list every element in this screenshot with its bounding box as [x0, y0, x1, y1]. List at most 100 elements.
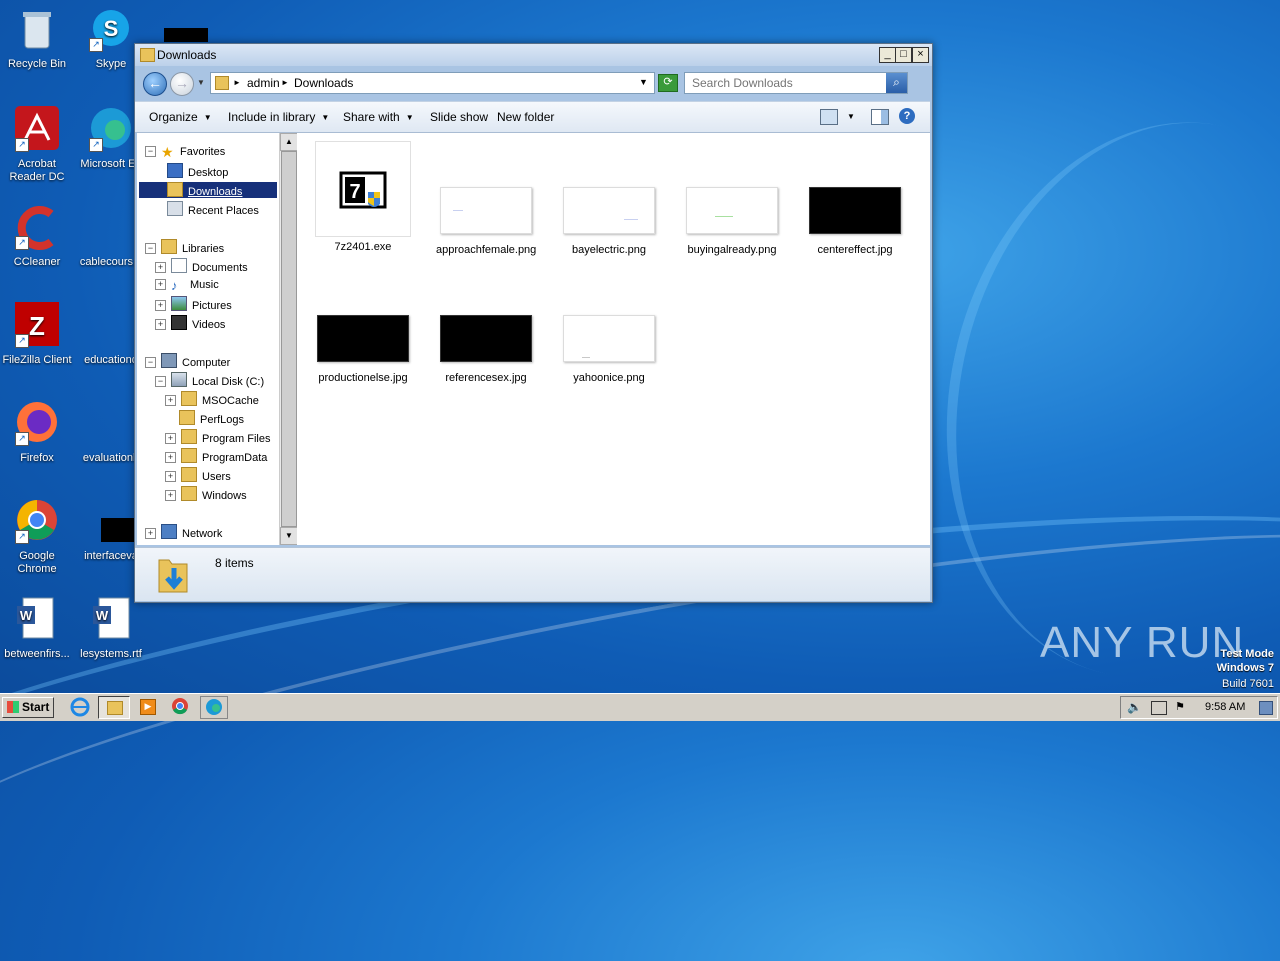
tree-pictures[interactable]: + Pictures — [155, 296, 232, 312]
change-view-icon[interactable] — [820, 109, 838, 125]
file-name: 7z2401.exe — [334, 241, 392, 253]
preview-pane-icon[interactable] — [871, 109, 889, 125]
tree-programdata[interactable]: + ProgramData — [165, 448, 267, 464]
collapse-icon[interactable]: − — [145, 357, 156, 368]
maximize-button[interactable]: □ — [895, 47, 912, 63]
collapse-icon[interactable]: − — [145, 243, 156, 254]
tree-downloads[interactable]: Downloads — [139, 182, 277, 198]
address-dropdown-icon[interactable]: ▼ — [639, 77, 648, 87]
file-name: yahoonice.png — [573, 372, 645, 384]
expand-icon[interactable]: + — [165, 433, 176, 444]
share-with-menu[interactable]: Share with ▼ — [343, 110, 414, 124]
tree-users[interactable]: + Users — [165, 467, 231, 483]
tree-msocache[interactable]: + MSOCache — [165, 391, 259, 407]
scroll-thumb[interactable] — [281, 151, 297, 527]
tree-label: Desktop — [188, 167, 229, 179]
expand-icon[interactable]: + — [165, 395, 176, 406]
volume-icon[interactable]: 🔈 — [1127, 700, 1142, 714]
firefox-icon[interactable]: ↗ Firefox — [0, 400, 74, 465]
help-icon[interactable]: ? — [899, 108, 915, 124]
acrobat-icon[interactable]: ↗ Acrobat Reader DC — [0, 106, 74, 184]
tree-label: Videos — [192, 319, 226, 331]
word-doc-icon[interactable]: W betweenfirs... — [0, 596, 74, 661]
file-item[interactable]: referencesex.jpg — [436, 315, 536, 385]
window-title: Downloads — [157, 48, 217, 62]
ie-icon[interactable] — [67, 696, 93, 717]
show-desktop-icon[interactable] — [1259, 701, 1273, 715]
slide-show-button[interactable]: Slide show — [430, 110, 488, 124]
expand-icon[interactable]: + — [145, 528, 156, 539]
address-bar[interactable]: ► admin ► Downloads ▼ — [210, 72, 655, 94]
desktop-icon — [167, 163, 183, 178]
start-button[interactable]: Start — [2, 697, 54, 718]
scroll-down-icon[interactable]: ▼ — [280, 527, 298, 545]
tree-network[interactable]: + Network — [145, 524, 222, 540]
history-dropdown-icon[interactable]: ▼ — [197, 78, 205, 87]
file-list: 7 7z2401.exe approachfemale.png bayelect… — [297, 133, 930, 545]
tree-computer[interactable]: − Computer — [145, 353, 230, 369]
expand-icon[interactable]: + — [165, 471, 176, 482]
expand-icon[interactable]: + — [155, 319, 166, 330]
tree-program-files[interactable]: + Program Files — [165, 429, 270, 445]
expand-icon[interactable]: + — [165, 490, 176, 501]
search-input[interactable] — [690, 74, 884, 92]
edge-taskbar-icon[interactable] — [200, 696, 228, 719]
tree-local-disk[interactable]: − Local Disk (C:) — [155, 372, 264, 388]
filezilla-icon[interactable]: Z ↗ FileZilla Client — [0, 302, 74, 367]
action-center-icon[interactable]: ⚑ — [1175, 700, 1185, 713]
refresh-icon[interactable]: ⟳ — [658, 74, 678, 92]
clock[interactable]: 9:58 AM — [1205, 701, 1245, 713]
expand-icon[interactable]: + — [165, 452, 176, 463]
expand-icon[interactable]: + — [155, 262, 166, 273]
desktop-icon-label: Skype — [95, 58, 127, 70]
chrome-taskbar-icon[interactable] — [167, 696, 193, 717]
file-item[interactable]: buyingalready.png — [682, 187, 782, 257]
tree-libraries[interactable]: − Libraries — [145, 239, 224, 255]
close-button[interactable]: × — [912, 47, 929, 63]
recycle-bin-icon[interactable]: Recycle Bin — [0, 6, 74, 71]
collapse-icon[interactable]: − — [155, 376, 166, 387]
file-item[interactable]: approachfemale.png — [436, 187, 536, 257]
desktop-icon-label: betweenfirs... — [4, 648, 70, 660]
nav-scrollbar[interactable]: ▲ ▼ — [279, 133, 298, 545]
file-item[interactable]: bayelectric.png — [559, 187, 659, 257]
ccleaner-icon[interactable]: ↗ CCleaner — [0, 204, 74, 269]
tree-music[interactable]: + ♪ Music — [155, 277, 219, 293]
tree-documents[interactable]: + Documents — [155, 258, 248, 274]
minimize-button[interactable]: _ — [879, 47, 896, 63]
back-button[interactable]: ← — [143, 72, 167, 96]
title-bar[interactable]: Downloads _ □ × — [135, 44, 932, 66]
tree-recent-places[interactable]: Recent Places — [167, 201, 259, 217]
expand-icon[interactable]: + — [155, 279, 166, 290]
forward-button[interactable]: → — [170, 72, 194, 96]
search-icon[interactable]: ⌕ — [886, 73, 907, 93]
file-item[interactable]: 7 7z2401.exe — [313, 141, 413, 254]
tree-videos[interactable]: + Videos — [155, 315, 225, 331]
drive-icon — [171, 372, 187, 387]
tree-windows[interactable]: + Windows — [165, 486, 247, 502]
file-item[interactable]: yahoonice.png — [559, 315, 659, 385]
scroll-up-icon[interactable]: ▲ — [280, 133, 298, 151]
media-player-icon[interactable]: ▶ — [134, 696, 160, 717]
search-box[interactable]: ⌕ — [684, 72, 908, 94]
include-in-library-menu[interactable]: Include in library ▼ — [228, 110, 329, 124]
file-item[interactable]: productionelse.jpg — [313, 315, 413, 385]
taskbar: Start ▶ 🔈 ⚑ 9:58 AM — [0, 693, 1280, 721]
tree-perflogs[interactable]: PerfLogs — [179, 410, 244, 426]
tree-desktop[interactable]: Desktop — [167, 163, 228, 179]
new-folder-button[interactable]: New folder — [497, 110, 554, 124]
file-item[interactable]: centereffect.jpg — [805, 187, 905, 257]
expand-icon[interactable]: + — [155, 300, 166, 311]
desktop-icon-label: Acrobat Reader DC — [9, 158, 65, 183]
view-dropdown-icon[interactable]: ▼ — [847, 112, 855, 121]
explorer-taskbar-button[interactable] — [98, 696, 130, 719]
collapse-icon[interactable]: − — [145, 146, 156, 157]
breadcrumb-admin[interactable]: admin — [247, 76, 280, 90]
chrome-icon[interactable]: ↗ Google Chrome — [0, 498, 74, 576]
rtf-doc-icon[interactable]: W lesystems.rtf — [74, 596, 148, 661]
network-icon[interactable] — [1151, 701, 1167, 715]
svg-text:W: W — [96, 608, 109, 623]
organize-menu[interactable]: Organize ▼ — [149, 110, 212, 124]
breadcrumb-downloads[interactable]: Downloads — [294, 76, 353, 90]
tree-favorites[interactable]: − ★ Favorites — [145, 144, 225, 160]
